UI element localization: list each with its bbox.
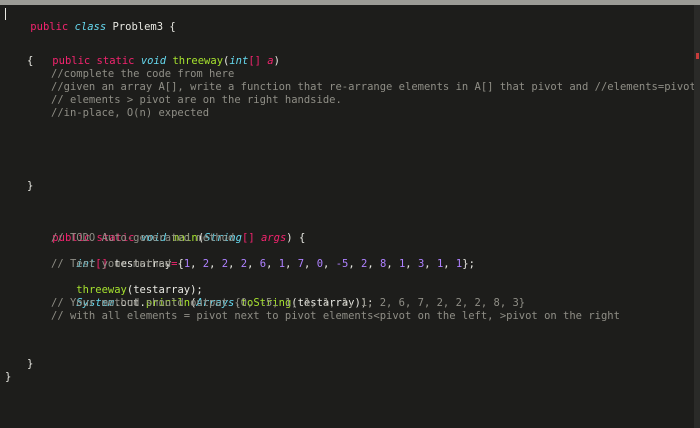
array-close: };: [462, 258, 475, 270]
array-value: -5: [335, 258, 349, 270]
array-brackets: []: [242, 232, 255, 244]
code-editor[interactable]: public class Problem3 { public static vo…: [0, 0, 700, 428]
editor-scroll-gutter[interactable]: [694, 5, 700, 428]
comment-line-2[interactable]: //given an array A[], write a function t…: [51, 81, 700, 94]
method-name-threeway: threeway: [172, 55, 224, 67]
code-line-threeway-call[interactable]: threeway(testarray);: [51, 271, 202, 296]
param-name-args: args: [260, 232, 287, 244]
comment-line-6[interactable]: // Test your method: [51, 258, 171, 271]
code-line-close-brace[interactable]: }: [27, 180, 33, 193]
comment-line-4[interactable]: //in-place, O(n) expected: [51, 107, 209, 120]
comment-line-3[interactable]: // elements > pivot are on the right han…: [51, 94, 342, 107]
keyword-class: class: [74, 21, 107, 33]
open-brace: {: [169, 21, 176, 33]
array-literal-values: 1, 2, 2, 2, 6, 1, 7, 0, -5, 2, 8, 1, 3, …: [183, 258, 463, 270]
code-line-array-declaration[interactable]: int[] testarray={1, 2, 2, 2, 6, 1, 7, 0,…: [51, 245, 475, 270]
keyword-public-static: public static: [52, 55, 135, 67]
comment-line-7[interactable]: // Your method should output {0, -5, 1, …: [51, 297, 525, 310]
error-marker: [696, 53, 699, 59]
code-line-open-brace[interactable]: {: [27, 55, 33, 68]
param-type-int: int: [229, 55, 249, 67]
code-line-threeway-signature[interactable]: public static void threeway(int[] a): [27, 42, 280, 67]
paren-close: ): [273, 55, 280, 67]
comment-line-8[interactable]: // with all elements = pivot next to piv…: [51, 310, 620, 323]
paren-close: ): [286, 232, 293, 244]
editor-top-strip: [0, 0, 700, 5]
keyword-void: void: [140, 55, 167, 67]
open-brace: {: [298, 232, 306, 244]
code-line-class-declaration[interactable]: public class Problem3 {: [5, 8, 175, 33]
code-line-main-signature[interactable]: public static void main(String[] args) {: [27, 219, 305, 244]
comment-line-5[interactable]: // TODO Auto-generated method: [51, 232, 234, 245]
class-name: Problem3: [112, 21, 164, 33]
code-line-main-close-brace[interactable]: }: [27, 358, 33, 371]
keyword-public: public: [30, 21, 69, 33]
comment-line-1[interactable]: //complete the code from here: [51, 68, 234, 81]
array-brackets: []: [248, 55, 261, 67]
code-line-println[interactable]: System.out.println(Arrays.toString(testa…: [51, 284, 373, 309]
code-line-class-close-brace[interactable]: }: [5, 371, 11, 384]
